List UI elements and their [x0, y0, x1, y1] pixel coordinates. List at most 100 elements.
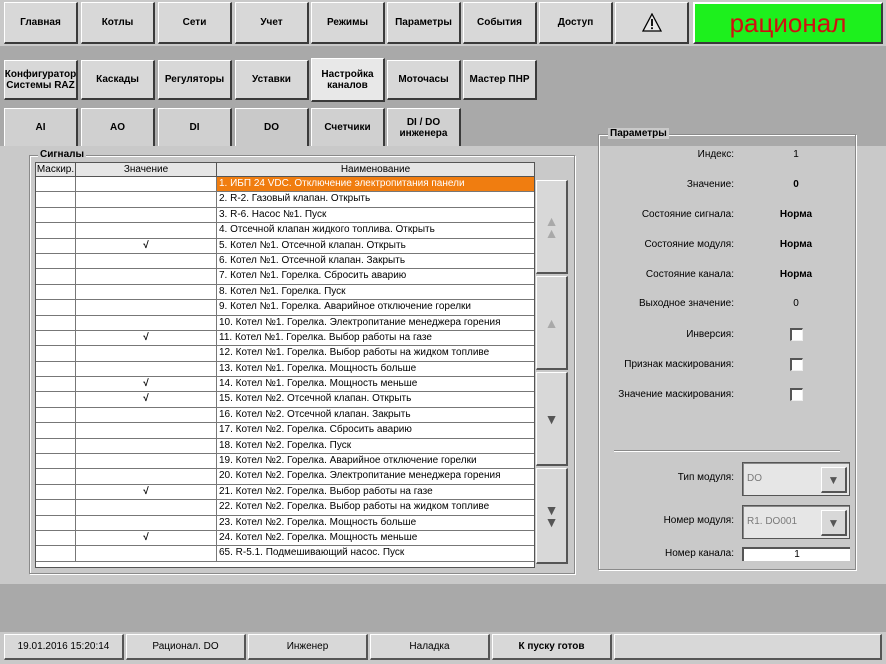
- channel-number-field[interactable]: 1: [742, 547, 850, 561]
- mask-cell: [36, 438, 76, 454]
- sub-nav-button-6[interactable]: Мастер ПНР: [463, 60, 537, 100]
- value-cell: [76, 192, 217, 207]
- mask-cell: [36, 253, 76, 269]
- module-number-dropdown-button[interactable]: ▼: [821, 510, 847, 536]
- alarm-button[interactable]: [615, 2, 689, 44]
- channel-tab-2[interactable]: DI: [158, 108, 232, 146]
- value-cell: [76, 546, 217, 561]
- value-label: Значение:: [686, 179, 734, 190]
- mask-cell: [36, 346, 76, 361]
- nav-button-2[interactable]: Сети: [158, 2, 232, 44]
- mask-value-label: Значение маскирования:: [618, 389, 734, 400]
- table-row[interactable]: 16. Котел №2. Отсечной клапан. Закрыть: [36, 407, 534, 424]
- nav-button-7[interactable]: Доступ: [539, 2, 613, 44]
- table-row[interactable]: 7. Котел №1. Горелка. Сбросить аварию: [36, 269, 534, 285]
- module-number-value: R1. DO001: [747, 516, 798, 527]
- value-cell: [76, 284, 217, 300]
- table-row[interactable]: 20. Котел №2. Горелка. Электропитание ме…: [36, 469, 534, 485]
- name-cell: 2. R-2. Газовый клапан. Открыть: [219, 193, 371, 205]
- mask-flag-checkbox[interactable]: [790, 358, 803, 371]
- channel-tab-5[interactable]: DI / DO инженера: [387, 108, 461, 146]
- table-row[interactable]: √ 24. Котел №2. Горелка. Мощность меньше: [36, 530, 534, 547]
- channel-tab-3[interactable]: DO: [235, 108, 309, 146]
- table-row[interactable]: 4. Отсечной клапан жидкого топлива. Откр…: [36, 223, 534, 239]
- scroll-down-button[interactable]: ▼: [536, 372, 568, 466]
- signal-state-label: Состояние сигнала:: [641, 209, 734, 220]
- status-datetime: 19.01.2016 15:20:14: [4, 634, 124, 660]
- nav-button-4[interactable]: Режимы: [311, 2, 385, 44]
- table-row[interactable]: √ 14. Котел №1. Горелка. Мощность меньше: [36, 377, 534, 393]
- sub-nav-button-1[interactable]: Каскады: [81, 60, 155, 100]
- value-cell: [76, 253, 217, 269]
- module-type-dropdown-button[interactable]: ▼: [821, 467, 847, 493]
- table-row[interactable]: 10. Котел №1. Горелка. Электропитание ме…: [36, 315, 534, 331]
- table-row[interactable]: 18. Котел №2. Горелка. Пуск: [36, 438, 534, 455]
- table-row[interactable]: 19. Котел №2. Горелка. Аварийное отключе…: [36, 454, 534, 470]
- mask-cell: [36, 207, 76, 223]
- table-row[interactable]: 22. Котел №2. Горелка. Выбор работы на ж…: [36, 500, 534, 516]
- mask-cell: [36, 192, 76, 207]
- mask-cell: [36, 330, 76, 346]
- table-row[interactable]: 23. Котел №2. Горелка. Мощность больше: [36, 515, 534, 531]
- scroll-bottom-button[interactable]: ▼ ▼: [536, 468, 568, 564]
- value-cell: √: [76, 484, 217, 500]
- channel-state-value: Норма: [779, 269, 813, 280]
- table-row[interactable]: √ 21. Котел №2. Горелка. Выбор работы на …: [36, 484, 534, 501]
- table-row[interactable]: 1. ИБП 24 VDC. Отключение электропитания…: [36, 177, 534, 193]
- inversion-checkbox[interactable]: [790, 328, 803, 341]
- channel-tab-1[interactable]: AO: [81, 108, 155, 146]
- scroll-top-button[interactable]: ▲ ▲: [536, 180, 568, 274]
- sub-nav-button-5[interactable]: Моточасы: [387, 60, 461, 100]
- mask-cell: [36, 546, 76, 561]
- mask-cell: [36, 500, 76, 515]
- sub-nav-button-2[interactable]: Регуляторы: [158, 60, 232, 100]
- channel-tab-0[interactable]: AI: [4, 108, 78, 146]
- sub-nav-button-0[interactable]: Конфигуратор Системы RAZ: [4, 60, 78, 100]
- table-row[interactable]: 8. Котел №1. Горелка. Пуск: [36, 284, 534, 301]
- nav-button-0[interactable]: Главная: [4, 2, 78, 44]
- mask-value-checkbox[interactable]: [790, 388, 803, 401]
- sub-nav-button-3[interactable]: Уставки: [235, 60, 309, 100]
- table-row[interactable]: 17. Котел №2. Горелка. Сбросить аварию: [36, 423, 534, 439]
- value-cell: [76, 207, 217, 223]
- down-arrow-icon: ▼: [544, 410, 559, 427]
- nav-button-5[interactable]: Параметры: [387, 2, 461, 44]
- module-number-select[interactable]: R1. DO001 ▼: [742, 505, 850, 539]
- inversion-label: Инверсия:: [686, 329, 734, 340]
- sub-nav-button-4[interactable]: Настройка каналов: [311, 58, 385, 102]
- name-cell: 23. Котел №2. Горелка. Мощность больше: [219, 516, 417, 528]
- name-cell: 1. ИБП 24 VDC. Отключение электропитания…: [217, 177, 534, 192]
- value-cell: √: [76, 238, 217, 253]
- nav-button-3[interactable]: Учет: [235, 2, 309, 44]
- table-row[interactable]: 13. Котел №1. Горелка. Мощность больше: [36, 361, 534, 378]
- mask-cell: [36, 423, 76, 438]
- mask-cell: [36, 407, 76, 423]
- table-row[interactable]: √ 15. Котел №2. Отсечной клапан. Открыть: [36, 392, 534, 408]
- scroll-up-button[interactable]: ▲: [536, 276, 568, 370]
- table-row[interactable]: 65. R-5.1. Подмешивающий насос. Пуск: [36, 546, 534, 562]
- table-row[interactable]: 6. Котел №1. Отсечной клапан. Закрыть: [36, 253, 534, 270]
- name-cell: 4. Отсечной клапан жидкого топлива. Откр…: [219, 224, 435, 236]
- table-row[interactable]: 9. Котел №1. Горелка. Аварийное отключен…: [36, 300, 534, 316]
- signals-table: Маскир. Значение Наименование 1. ИБП 24 …: [35, 162, 535, 568]
- value-cell: [76, 315, 217, 330]
- table-row[interactable]: 12. Котел №1. Горелка. Выбор работы на ж…: [36, 346, 534, 362]
- table-row[interactable]: √ 11. Котел №1. Горелка. Выбор работы на …: [36, 330, 534, 347]
- output-value-value: 0: [793, 298, 799, 309]
- name-cell: 18. Котел №2. Горелка. Пуск: [219, 439, 352, 451]
- signals-table-header: Маскир. Значение Наименование: [36, 163, 534, 177]
- table-row[interactable]: 2. R-2. Газовый клапан. Открыть: [36, 192, 534, 208]
- nav-button-6[interactable]: События: [463, 2, 537, 44]
- nav-button-1[interactable]: Котлы: [81, 2, 155, 44]
- value-cell: [76, 269, 217, 284]
- table-row[interactable]: √ 5. Котел №1. Отсечной клапан. Открыть: [36, 238, 534, 254]
- table-row[interactable]: 3. R-6. Насос №1. Пуск: [36, 207, 534, 224]
- name-cell: 20. Котел №2. Горелка. Электропитание ме…: [219, 470, 501, 482]
- name-cell: 5. Котел №1. Отсечной клапан. Открыть: [219, 239, 406, 251]
- channel-tab-4[interactable]: Счетчики: [311, 108, 385, 146]
- mask-cell: [36, 484, 76, 500]
- module-state-value: Норма: [779, 239, 813, 250]
- module-type-select[interactable]: DO ▼: [742, 462, 850, 496]
- column-header-mask: Маскир.: [36, 163, 76, 176]
- name-cell: 6. Котел №1. Отсечной клапан. Закрыть: [219, 254, 406, 266]
